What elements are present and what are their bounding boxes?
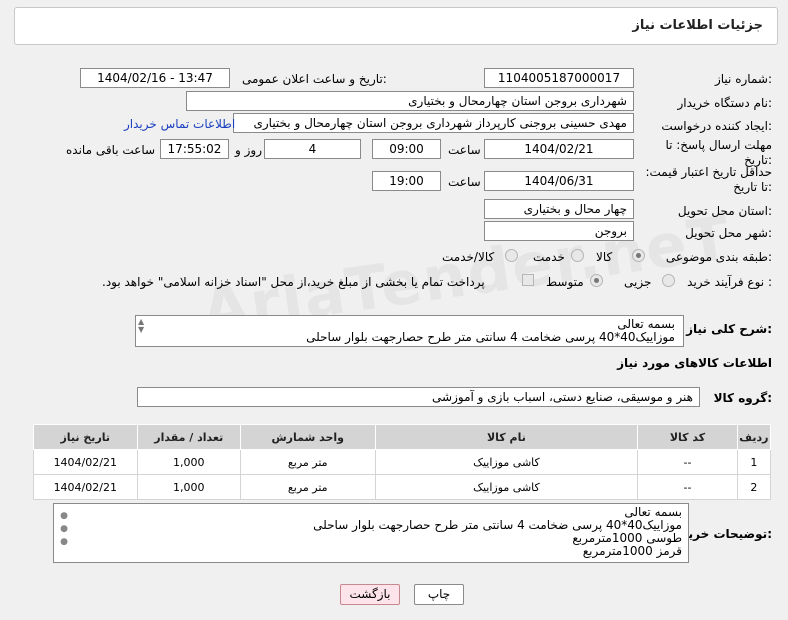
validity-date-field: 1404/06/31 bbox=[484, 171, 634, 191]
category-radio-goods-service[interactable] bbox=[505, 249, 518, 262]
page-title: جزئیات اطلاعات نیاز bbox=[632, 18, 763, 33]
cell-code: -- bbox=[637, 474, 738, 500]
validity-time-label: ساعت bbox=[448, 175, 481, 189]
table-row[interactable]: 2 -- کاشی موزاییک متر مربع 1,000 1404/02… bbox=[33, 474, 772, 500]
print-button[interactable]: چاپ bbox=[414, 584, 464, 605]
deadline-label: مهلت ارسال پاسخ: تا تاریخ: bbox=[665, 138, 772, 167]
cell-qty: 1,000 bbox=[136, 449, 242, 475]
deadline-time-label: ساعت bbox=[448, 143, 481, 157]
cell-unit: متر مربع bbox=[240, 449, 376, 475]
need-number-field: 1104005187000017 bbox=[484, 68, 634, 88]
col-row-header: ردیف bbox=[736, 424, 772, 450]
deadline-time-field: 09:00 bbox=[372, 139, 441, 159]
col-qty-header: تعداد / مقدار bbox=[136, 424, 242, 450]
category-radio-goods[interactable] bbox=[632, 249, 645, 262]
city-field: بروجن bbox=[484, 221, 634, 241]
table-row[interactable]: 1 -- کاشی موزاییک متر مربع 1,000 1404/02… bbox=[33, 449, 772, 475]
buyer-field: شهرداری بروجن استان چهارمحال و بختیاری bbox=[186, 91, 634, 111]
category-radio-service[interactable] bbox=[571, 249, 584, 262]
deadline-date-field: 1404/02/21 bbox=[484, 139, 634, 159]
cell-date: 1404/02/21 bbox=[33, 449, 138, 475]
treasury-payment-checkbox[interactable] bbox=[522, 274, 534, 286]
goods-info-title: اطلاعات کالاهای مورد نیاز bbox=[617, 356, 772, 370]
description-label: شرح کلی نیاز: bbox=[686, 322, 772, 336]
validity-label: حداقل تاریخ اعتبار قیمت: تا تاریخ: bbox=[645, 165, 772, 194]
page-header: جزئیات اطلاعات نیاز bbox=[14, 7, 778, 45]
remaining-time-field: 17:55:02 bbox=[160, 139, 229, 159]
process-radio-medium[interactable] bbox=[590, 274, 603, 287]
cell-code: -- bbox=[637, 449, 738, 475]
process-radio-minor[interactable] bbox=[662, 274, 675, 287]
category-option-service: خدمت bbox=[533, 250, 565, 264]
description-line: موزاییک40*40 پرسی ضخامت 4 سانتی متر طرح … bbox=[306, 330, 675, 344]
announce-label: تاریخ و ساعت اعلان عمومی: bbox=[242, 72, 387, 86]
category-label: طبقه بندی موضوعی: bbox=[665, 250, 772, 264]
process-option-minor: جزیی bbox=[624, 275, 652, 289]
buyer-notes-box[interactable]: بسمه تعالی موزاییک40*40 پرسی ضخامت 4 سان… bbox=[53, 503, 689, 563]
category-option-goods: کالا bbox=[596, 250, 613, 264]
announce-date-field: 1404/02/16 - 13:47 bbox=[80, 68, 230, 88]
validity-time-field: 19:00 bbox=[372, 171, 441, 191]
cell-qty: 1,000 bbox=[136, 474, 242, 500]
need-number-label: شماره نیاز: bbox=[714, 72, 772, 86]
process-label: نوع فرآیند خرید : bbox=[687, 275, 772, 289]
days-label: روز و bbox=[235, 143, 262, 157]
buyer-contact-link[interactable]: اطلاعات تماس خریدار bbox=[124, 117, 235, 131]
col-unit-header: واحد شمارش bbox=[240, 424, 376, 450]
goods-table: ردیف کد کالا نام کالا واحد شمارش تعداد /… bbox=[33, 424, 772, 500]
city-label: شهر محل تحویل: bbox=[685, 226, 772, 240]
cell-date: 1404/02/21 bbox=[33, 474, 138, 500]
col-name-header: نام کالا bbox=[374, 424, 639, 450]
cell-row: 2 bbox=[736, 474, 772, 500]
col-date-header: تاریخ نیاز bbox=[33, 424, 138, 450]
remaining-time-label: ساعت باقی مانده bbox=[66, 143, 156, 157]
scroll-arrows-icon[interactable]: ▲ ▼ bbox=[138, 318, 144, 334]
cell-unit: متر مربع bbox=[240, 474, 376, 500]
description-box[interactable]: بسمه تعالی موزاییک40*40 پرسی ضخامت 4 سان… bbox=[135, 315, 684, 347]
province-field: چهار محال و بختیاری bbox=[484, 199, 634, 219]
province-label: استان محل تحویل: bbox=[677, 204, 772, 218]
treasury-payment-note: پرداخت تمام یا بخشی از مبلغ خرید،از محل … bbox=[102, 275, 485, 289]
buyer-notes-line: قرمز 1000مترمربع bbox=[582, 544, 682, 558]
cell-name: کاشی موزاییک bbox=[374, 474, 639, 500]
buyer-label: نام دستگاه خریدار: bbox=[677, 96, 773, 110]
days-remaining-field: 4 bbox=[264, 139, 361, 159]
col-code-header: کد کالا bbox=[637, 424, 738, 450]
creator-field: مهدی حسینی بروجنی کارپرداز شهرداری بروجن… bbox=[233, 113, 634, 133]
goods-group-label: گروه کالا: bbox=[713, 391, 772, 405]
process-option-medium: متوسط bbox=[546, 275, 584, 289]
table-header-row: ردیف کد کالا نام کالا واحد شمارش تعداد /… bbox=[33, 424, 772, 450]
scroll-dots-icon[interactable]: ● ● ● bbox=[58, 510, 70, 549]
goods-group-field: هنر و موسیقی، صنایع دستی، اسباب بازی و آ… bbox=[137, 387, 700, 407]
back-button[interactable]: بازگشت bbox=[340, 584, 400, 605]
cell-name: کاشی موزاییک bbox=[374, 449, 639, 475]
category-option-goods-service: کالا/خدمت bbox=[442, 250, 495, 264]
cell-row: 1 bbox=[736, 449, 772, 475]
creator-label: ایجاد کننده درخواست: bbox=[661, 119, 772, 133]
